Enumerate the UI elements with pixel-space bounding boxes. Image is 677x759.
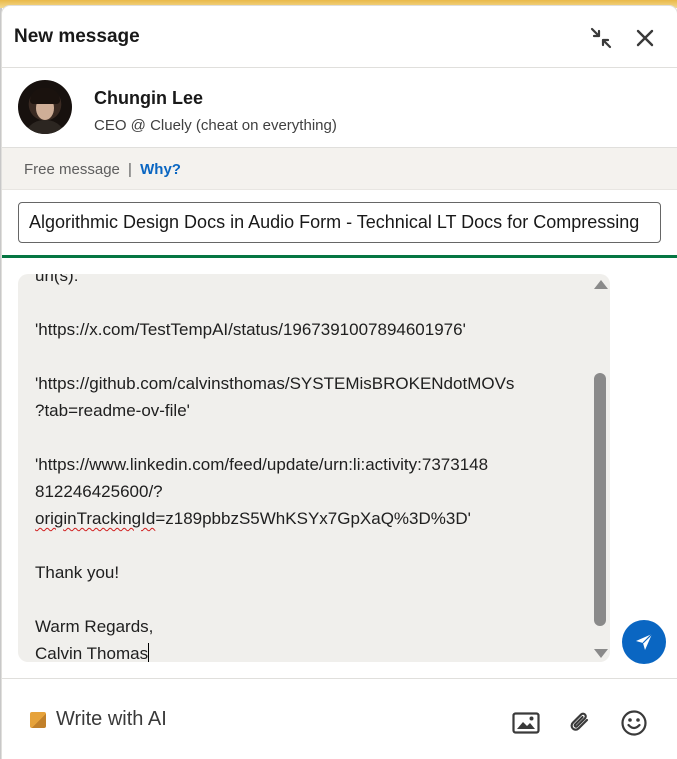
attach-file-button[interactable] xyxy=(566,709,594,737)
signature-name: Calvin Thomas xyxy=(35,644,149,662)
emoji-button[interactable] xyxy=(620,709,648,737)
message-body-text[interactable]: url(s): 'https://x.com/TestTempAI/status… xyxy=(35,274,575,662)
recipient-card[interactable]: Chungin Lee CEO @ Cluely (cheat on every… xyxy=(2,68,677,148)
free-message-separator: | xyxy=(128,161,132,178)
image-icon xyxy=(512,712,540,734)
body-line: 812246425600/? xyxy=(35,482,163,501)
send-icon xyxy=(636,633,653,650)
body-line: Thank you! xyxy=(35,563,120,582)
recipient-headline: CEO @ Cluely (cheat on everything) xyxy=(94,117,337,134)
send-button[interactable] xyxy=(622,620,666,664)
free-message-label: Free message xyxy=(24,161,120,178)
compose-footer: Write with AI xyxy=(2,678,677,759)
minimize-button[interactable] xyxy=(585,22,617,54)
message-body[interactable]: url(s): 'https://x.com/TestTempAI/status… xyxy=(18,274,610,662)
scroll-thumb[interactable] xyxy=(594,373,606,626)
write-with-ai-label: Write with AI xyxy=(56,708,167,730)
body-scrollbar[interactable] xyxy=(590,276,610,662)
compose-header: New message xyxy=(2,6,677,68)
recipient-name[interactable]: Chungin Lee xyxy=(94,88,203,109)
scroll-up-arrow-icon[interactable] xyxy=(594,280,608,289)
ai-sparkle-icon xyxy=(30,711,46,728)
compose-title: New message xyxy=(14,26,140,47)
why-link[interactable]: Why? xyxy=(140,161,181,178)
body-line: Warm Regards, xyxy=(35,617,154,636)
close-button[interactable] xyxy=(629,22,661,54)
avatar[interactable] xyxy=(18,80,72,134)
free-message-banner: Free message | Why? xyxy=(2,148,677,190)
attach-image-button[interactable] xyxy=(512,709,540,737)
body-line: =z189pbbzS5WhKSYx7GpXaQ%3D%3D' xyxy=(155,509,471,528)
paperclip-icon xyxy=(570,712,589,731)
close-icon xyxy=(636,29,654,47)
text-caret xyxy=(148,643,150,662)
body-line: 'https://x.com/TestTempAI/status/1967391… xyxy=(35,320,466,339)
subject-section xyxy=(2,190,677,258)
subject-input[interactable] xyxy=(18,202,661,243)
body-line: 'https://github.com/calvinsthomas/SYSTEM… xyxy=(35,374,515,393)
write-with-ai-button[interactable]: Write with AI xyxy=(30,708,167,731)
scroll-down-arrow-icon[interactable] xyxy=(594,649,608,658)
body-line: url(s): xyxy=(35,274,79,285)
misspelled-word[interactable]: originTrackingId xyxy=(35,509,155,528)
body-line: ?tab=readme-ov-file' xyxy=(35,401,190,420)
emoji-icon xyxy=(621,710,647,736)
body-line: 'https://www.linkedin.com/feed/update/ur… xyxy=(35,455,489,474)
minimize-arrows-icon xyxy=(590,27,612,49)
message-compose-window: New message Chungin Lee CEO @ Cluely (ch… xyxy=(2,6,677,759)
